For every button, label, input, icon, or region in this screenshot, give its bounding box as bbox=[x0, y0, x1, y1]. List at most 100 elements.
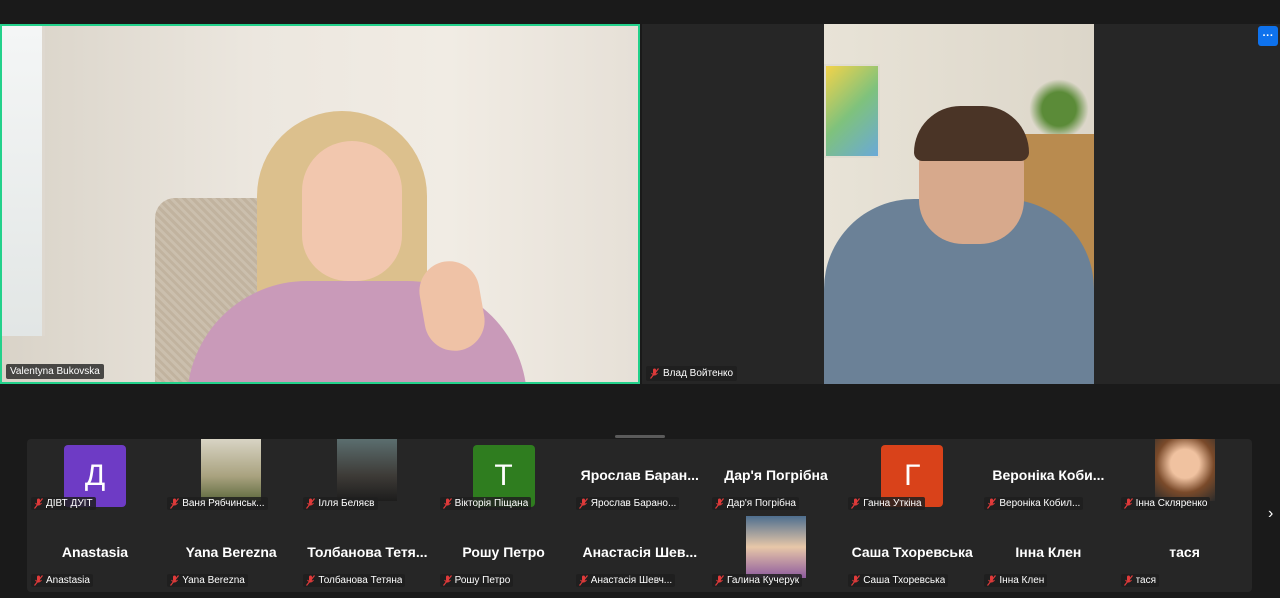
participant-display-name: Інна Клен bbox=[1015, 544, 1082, 560]
background-plant bbox=[1029, 79, 1089, 139]
participant-name-tag: Толбанова Тетяна bbox=[303, 574, 406, 587]
participant-tile[interactable]: Т Вікторія Піщана bbox=[436, 439, 572, 515]
participant-name-tag: Дар'я Погрібна bbox=[712, 497, 799, 510]
video-feed bbox=[2, 26, 638, 382]
participant-name: Yana Berezna bbox=[182, 575, 245, 586]
participant-tile[interactable]: Ілля Беляєв bbox=[299, 439, 435, 515]
participant-display-name: Вероніка Коби... bbox=[992, 467, 1105, 483]
gallery-resize-handle[interactable] bbox=[615, 435, 665, 438]
participant-name-tag: Рошу Петро bbox=[439, 574, 514, 587]
participant-tile[interactable]: Галина Кучерук bbox=[708, 516, 844, 592]
participant-name: Рошу Петро bbox=[454, 575, 511, 586]
person-face bbox=[302, 141, 402, 281]
participant-tile[interactable]: Г Ганна Уткіна bbox=[844, 439, 980, 515]
participant-display-name: Дар'я Погрібна bbox=[724, 467, 828, 483]
mic-muted-icon bbox=[306, 498, 316, 509]
participant-tile[interactable]: Саша Тхоревська Саша Тхоревська bbox=[844, 516, 980, 592]
top-bar bbox=[0, 0, 1280, 24]
participant-name-tag: Ганна Уткіна bbox=[848, 497, 925, 510]
mic-muted-icon bbox=[715, 498, 724, 509]
participant-name-tag: Ваня Рябчинськ... bbox=[167, 497, 268, 510]
mic-muted-icon bbox=[851, 498, 861, 509]
avatar-photo bbox=[337, 439, 398, 501]
mic-muted-icon bbox=[170, 575, 180, 586]
next-page-arrow-icon[interactable]: › bbox=[1268, 505, 1280, 525]
participant-name-tag: Інна Скляренко bbox=[1120, 497, 1211, 510]
participant-name: Влад Войтенко bbox=[663, 368, 734, 379]
participant-display-name: тася bbox=[1169, 544, 1200, 560]
mic-muted-icon bbox=[442, 498, 452, 509]
participant-tile[interactable]: Інна Клен Інна Клен bbox=[980, 516, 1116, 592]
mic-muted-icon bbox=[34, 498, 43, 509]
participant-tile[interactable]: Вероніка Коби... Вероніка Кобил... bbox=[980, 439, 1116, 515]
participant-tile[interactable]: тася тася bbox=[1117, 516, 1253, 592]
participant-tile[interactable]: Інна Скляренко bbox=[1117, 439, 1253, 515]
participant-tile[interactable]: Д ДІВТ ДУІТ bbox=[27, 439, 163, 515]
participant-name-tag: Ілля Беляєв bbox=[303, 497, 378, 510]
participant-name: Саша Тхоревська bbox=[863, 575, 946, 586]
more-options-button[interactable]: ··· bbox=[1258, 26, 1278, 46]
participant-name: Галина Кучерук bbox=[727, 575, 800, 586]
mic-muted-icon bbox=[442, 575, 452, 586]
mic-muted-icon bbox=[1123, 575, 1133, 586]
avatar-photo bbox=[201, 439, 262, 501]
mic-muted-icon bbox=[1123, 498, 1133, 509]
background-map bbox=[824, 64, 880, 158]
mic-muted-icon bbox=[715, 575, 724, 586]
participant-tile[interactable]: Рошу Петро Рошу Петро bbox=[436, 516, 572, 592]
participant-tile[interactable]: Anastasia Anastasia bbox=[27, 516, 163, 592]
avatar-photo bbox=[746, 516, 806, 578]
participant-name: тася bbox=[1135, 575, 1157, 586]
participant-tile[interactable]: Анастасія Шев... Анастасія Шевч... bbox=[572, 516, 708, 592]
mic-muted-icon bbox=[34, 575, 43, 586]
participant-display-name: Anastasia bbox=[61, 544, 129, 560]
video-tile-active-speaker[interactable]: Valentyna Bukovska bbox=[0, 24, 640, 384]
mic-muted-icon bbox=[851, 575, 861, 586]
mic-muted-icon bbox=[578, 498, 588, 509]
participant-name: ДІВТ ДУІТ bbox=[46, 498, 93, 509]
participant-display-name: Ярослав Баран... bbox=[580, 467, 699, 483]
person-hair bbox=[914, 106, 1029, 161]
participant-display-name: Саша Тхоревська bbox=[851, 544, 973, 560]
participant-name-tag: Анастасія Шевч... bbox=[575, 574, 676, 587]
participant-tile[interactable]: Ваня Рябчинськ... bbox=[163, 439, 299, 515]
avatar-photo bbox=[1154, 439, 1215, 501]
participant-name: Ярослав Барано... bbox=[590, 498, 677, 509]
participant-name: Valentyna Bukovska bbox=[10, 366, 100, 377]
participant-name: Анастасія Шевч... bbox=[590, 575, 673, 586]
participant-tile[interactable]: Ярослав Баран... Ярослав Барано... bbox=[572, 439, 708, 515]
participant-name: Інна Скляренко bbox=[1135, 498, 1208, 509]
background-window bbox=[2, 26, 45, 336]
mic-muted-icon bbox=[650, 368, 659, 379]
participant-name-tag: ДІВТ ДУІТ bbox=[31, 497, 96, 510]
participant-name: Ваня Рябчинськ... bbox=[182, 498, 265, 509]
participant-name: Anastasia bbox=[46, 575, 90, 586]
participant-display-name: Рошу Петро bbox=[462, 544, 545, 560]
participant-name: Вікторія Піщана bbox=[454, 498, 529, 509]
mic-muted-icon bbox=[987, 498, 997, 509]
participant-name-tag: Вероніка Кобил... bbox=[984, 497, 1084, 510]
participant-gallery-strip: Д ДІВТ ДУІТ Ваня Рябчинськ... Ілля Беляєв Т В… bbox=[27, 439, 1252, 592]
video-feed bbox=[824, 24, 1094, 384]
participant-name-tag: Саша Тхоревська bbox=[848, 574, 949, 587]
participant-name-tag: Valentyna Bukovska bbox=[6, 364, 104, 379]
participant-display-name: Толбанова Тетя... bbox=[307, 544, 428, 560]
participant-name-tag: Anastasia bbox=[31, 574, 93, 587]
participant-name: Ілля Беляєв bbox=[318, 498, 375, 509]
mic-muted-icon bbox=[578, 575, 588, 586]
participant-name: Інна Клен bbox=[999, 575, 1045, 586]
mic-muted-icon bbox=[306, 575, 316, 586]
participant-name-tag: Галина Кучерук bbox=[712, 574, 803, 587]
mic-muted-icon bbox=[170, 498, 180, 509]
participant-name-tag: Влад Войтенко bbox=[646, 366, 738, 381]
video-tile-participant[interactable]: Влад Войтенко ··· bbox=[642, 24, 1280, 384]
participant-tile[interactable]: Толбанова Тетя... Толбанова Тетяна bbox=[299, 516, 435, 592]
participant-name: Вероніка Кобил... bbox=[999, 498, 1081, 509]
participant-name-tag: Yana Berezna bbox=[167, 574, 248, 587]
participant-name-tag: тася bbox=[1120, 574, 1160, 587]
participant-display-name: Yana Berezna bbox=[185, 544, 277, 560]
participant-tile[interactable]: Yana Berezna Yana Berezna bbox=[163, 516, 299, 592]
participant-display-name: Анастасія Шев... bbox=[582, 544, 698, 560]
participant-name-tag: Інна Клен bbox=[984, 574, 1048, 587]
participant-tile[interactable]: Дар'я Погрібна Дар'я Погрібна bbox=[708, 439, 844, 515]
